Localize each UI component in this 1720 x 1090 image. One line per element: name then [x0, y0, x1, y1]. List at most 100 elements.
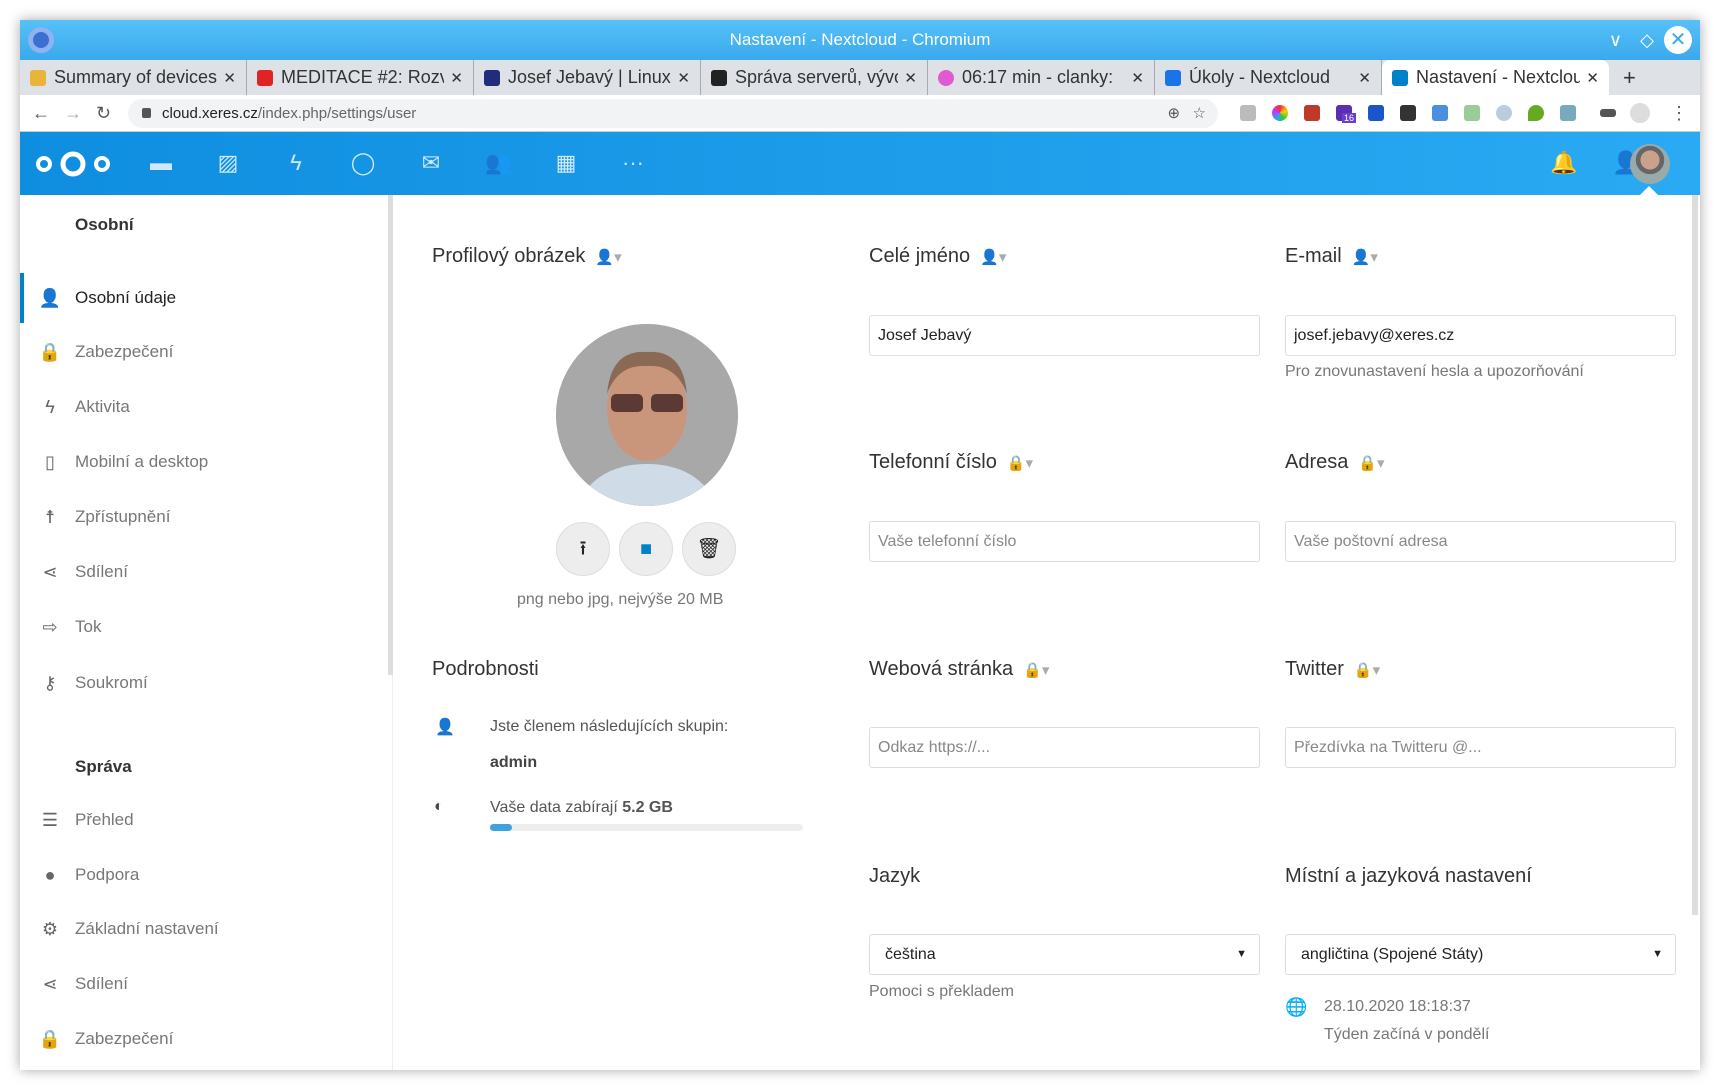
quota-icon: ◐ [434, 798, 444, 815]
tab-favicon-icon [30, 69, 46, 86]
extension-icon[interactable]: 16 [1336, 105, 1357, 123]
visibility-contacts-icon[interactable]: 👤▾ [595, 248, 621, 266]
tab[interactable]: 06:17 min - clanky: ✕ [928, 60, 1155, 95]
extension-icon[interactable] [1368, 105, 1384, 121]
photos-icon[interactable]: ▨ [215, 150, 241, 176]
key-icon: ⚷ [43, 672, 57, 693]
remove-picture-button[interactable]: 🗑 [682, 522, 736, 576]
close-window-button[interactable]: ✕ [1664, 26, 1692, 54]
forward-icon[interactable]: → [64, 95, 82, 132]
sidebar-item-security[interactable]: 🔒 Zabezpečení [20, 327, 380, 377]
tab[interactable]: Summary of devices ✕ [20, 60, 247, 95]
reload-icon[interactable]: ↻ [96, 95, 111, 132]
minimize-icon[interactable]: ∨ [1609, 20, 1622, 60]
tab-close-icon[interactable]: ✕ [1586, 69, 1599, 87]
sidebar-item-sharing[interactable]: ⋖ Sdílení [20, 547, 380, 597]
files-icon[interactable]: ▬ [148, 150, 174, 176]
page-scrollbar[interactable] [1692, 195, 1698, 915]
more-apps-icon[interactable]: ··· [620, 150, 646, 176]
user-avatar[interactable] [1630, 144, 1670, 184]
tab-close-icon[interactable]: ✕ [677, 69, 690, 87]
sidebar-item-privacy[interactable]: ⚷ Soukromí [20, 658, 380, 708]
visibility-contacts-icon[interactable]: 👤▾ [980, 248, 1006, 266]
website-input[interactable]: Odkaz https://... [869, 727, 1260, 768]
sidebar-item-support[interactable]: ● Podpora [20, 850, 380, 900]
fullname-input[interactable]: Josef Jebavý [869, 315, 1260, 356]
notifications-icon[interactable]: 🔔 [1550, 150, 1577, 176]
language-heading: Jazyk [869, 865, 921, 887]
tab[interactable]: Josef Jebavý | Linux ✕ [474, 60, 701, 95]
extension-icon[interactable] [1400, 105, 1416, 121]
calendar-icon[interactable]: ▦ [553, 150, 579, 176]
sidebar-item-admin-security[interactable]: 🔒 Zabezpečení [20, 1014, 380, 1064]
week-start: Týden začíná v pondělí [1324, 1026, 1490, 1043]
talk-icon[interactable]: ◯ [350, 150, 376, 176]
tab[interactable]: Úkoly - Nextcloud ✕ [1155, 60, 1382, 95]
extension-icon[interactable] [1560, 105, 1576, 121]
maximize-icon[interactable]: ◇ [1640, 20, 1654, 60]
tab[interactable]: Správa serverů, vývoj ✕ [701, 60, 928, 95]
email-heading: E-mail 👤▾ [1285, 245, 1378, 267]
sidebar-item-personal-info[interactable]: 👤 Osobní údaje [20, 273, 380, 323]
mail-icon[interactable]: ✉ [418, 150, 444, 176]
extension-icon[interactable] [1432, 105, 1448, 121]
extension-icon[interactable] [1304, 105, 1320, 121]
tab-close-icon[interactable]: ✕ [1358, 69, 1371, 87]
dropdown-arrow-icon: ▼ [1236, 948, 1247, 960]
tab[interactable]: MEDITACE #2: Rozvoj✕ [247, 60, 474, 95]
maps-extension-icon[interactable] [1528, 105, 1544, 121]
key-icon[interactable] [1600, 109, 1616, 117]
address-input[interactable]: Vaše poštovní adresa [1285, 521, 1676, 562]
sidebar-item-activity[interactable]: ϟ Aktivita [20, 382, 380, 432]
tab-close-icon[interactable]: ✕ [904, 69, 917, 87]
profile-icon[interactable] [1630, 103, 1650, 123]
tab-close-icon[interactable]: ✕ [1131, 69, 1144, 87]
dropdown-arrow-icon: ▼ [1652, 948, 1663, 960]
visibility-private-lock-icon[interactable]: 🔒▾ [1007, 454, 1033, 472]
help-translate-link[interactable]: Pomoci s překladem [869, 983, 1014, 1001]
sidebar-item-admin-sharing[interactable]: ⋖ Sdílení [20, 959, 380, 1009]
visibility-contacts-icon[interactable]: 👤▾ [1352, 248, 1378, 266]
email-input[interactable]: josef.jebavy@xeres.cz [1285, 315, 1676, 356]
bookmark-star-icon[interactable]: ☆ [1193, 105, 1206, 122]
upload-picture-button[interactable]: ⭱ [556, 522, 610, 576]
contacts-icon[interactable]: 👥 [485, 150, 512, 176]
sidebar-item-accessibility[interactable]: ☨ Zpřístupnění [20, 492, 380, 542]
tab-active[interactable]: Nastavení - Nextcloud ✕ [1382, 60, 1609, 95]
quota-text: Vaše data zabírají 5.2 GB [490, 799, 673, 816]
window-title: Nastavení - Nextcloud - Chromium [729, 30, 991, 49]
upload-icon: ⭱ [579, 538, 587, 560]
extension-icon[interactable] [1272, 105, 1288, 121]
quota-progress-bar [490, 824, 803, 831]
nextcloud-logo-icon[interactable] [34, 149, 112, 179]
chromium-logo-icon [28, 27, 54, 53]
address-bar[interactable]: cloud.xeres.cz/index.php/settings/user ⊕… [128, 99, 1218, 128]
extension-icon[interactable] [1464, 105, 1480, 121]
twitter-input[interactable]: Přezdívka na Twitteru @... [1285, 727, 1676, 768]
sidebar-item-mobile-desktop[interactable]: ▯ Mobilní a desktop [20, 437, 380, 487]
zoom-icon[interactable]: ⊕ [1167, 105, 1180, 122]
locale-select[interactable]: angličtina (Spojené Státy) ▼ [1285, 934, 1676, 975]
phone-heading: Telefonní číslo 🔒▾ [869, 451, 1034, 473]
menu-caret [1640, 186, 1658, 195]
sidebar-item-flow[interactable]: ⇨ Tok [20, 602, 380, 652]
choose-from-files-button[interactable]: ■ [619, 522, 673, 576]
settings-sidebar: Osobní 👤 Osobní údaje 🔒 Zabezpečení ϟ Aktiv… [20, 195, 393, 1070]
tab-close-icon[interactable]: ✕ [450, 69, 463, 87]
visibility-private-lock-icon[interactable]: 🔒▾ [1358, 454, 1384, 472]
details-heading: Podrobnosti [432, 658, 539, 680]
sidebar-item-overview[interactable]: ☰ Přehled [20, 795, 380, 845]
phone-input[interactable]: Vaše telefonní číslo [869, 521, 1260, 562]
visibility-private-lock-icon[interactable]: 🔒▾ [1023, 661, 1049, 679]
visibility-private-lock-icon[interactable]: 🔒▾ [1354, 661, 1380, 679]
extension-icon[interactable] [1240, 105, 1256, 121]
language-select[interactable]: čeština ▼ [869, 934, 1260, 975]
menu-icon[interactable]: ⋮ [1670, 95, 1688, 132]
sidebar-item-basic-settings[interactable]: ⚙ Základní nastavení [20, 904, 380, 954]
extension-icon[interactable] [1496, 105, 1512, 121]
tab-close-icon[interactable]: ✕ [223, 69, 236, 87]
back-icon[interactable]: ← [32, 95, 50, 132]
new-tab-button[interactable]: + [1609, 60, 1650, 95]
activity-icon[interactable]: ϟ [283, 150, 309, 176]
locale-heading: Místní a jazyková nastavení [1285, 865, 1532, 887]
